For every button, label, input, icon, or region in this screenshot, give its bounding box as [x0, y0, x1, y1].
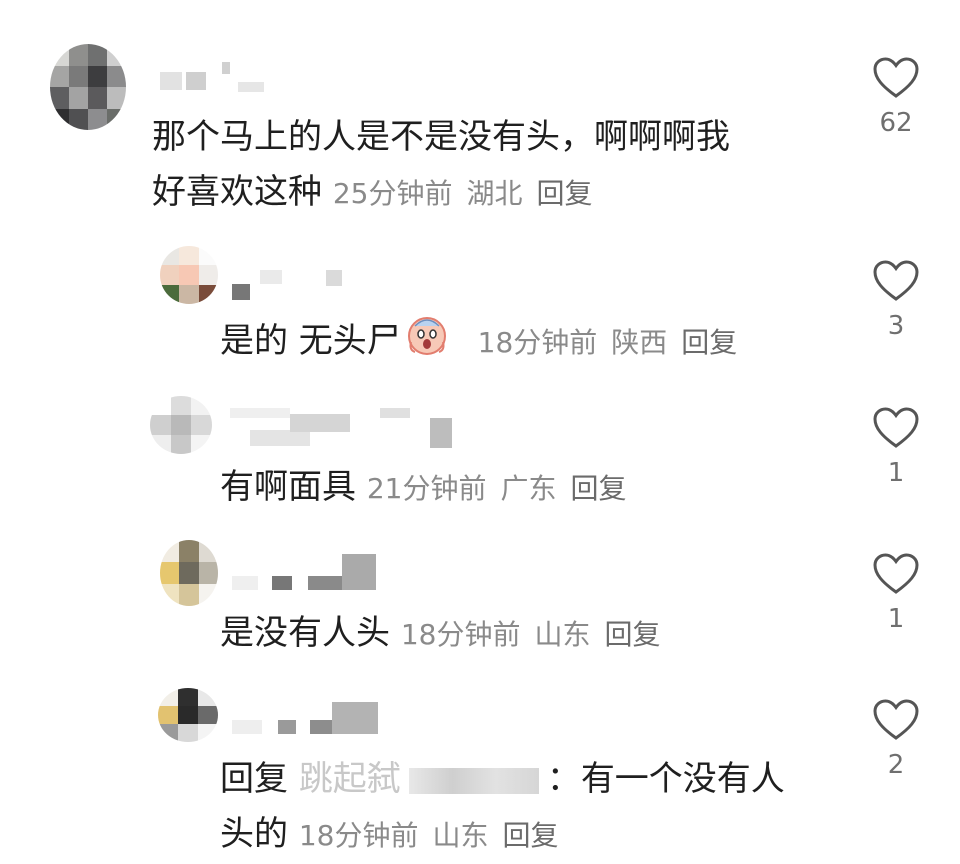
comment-time: 18分钟前 [298, 819, 419, 852]
comment-location: 湖北 [466, 177, 523, 210]
comment-text-body: 是没有人头 [220, 613, 390, 653]
heart-icon[interactable] [872, 406, 920, 450]
avatar[interactable] [50, 44, 126, 130]
comment-location: 广东 [500, 472, 557, 505]
heart-icon[interactable] [872, 56, 920, 100]
comment-text: 是的 无头尸 18分钟前 陕西 回复 [220, 312, 840, 373]
like-group[interactable]: 1 [868, 552, 924, 634]
reply-button[interactable]: 回复 [536, 177, 592, 210]
like-count: 3 [887, 311, 905, 341]
reply-prefix: 回复 [220, 759, 288, 799]
username-blurred[interactable] [232, 552, 382, 592]
comment-text: 是没有人头 18分钟前 山东 回复 [220, 606, 840, 662]
comment-location: 山东 [534, 618, 591, 651]
username-blurred[interactable] [230, 404, 460, 448]
like-count: 2 [887, 750, 905, 780]
heart-icon[interactable] [872, 552, 920, 596]
username-blurred[interactable] [160, 62, 270, 102]
heart-icon[interactable] [872, 259, 920, 303]
comment-location: 山东 [432, 819, 489, 852]
comment-time: 25分钟前 [332, 177, 453, 210]
comment-text-body: 是的 无头尸 [220, 321, 401, 361]
avatar[interactable] [160, 540, 218, 606]
like-group[interactable]: 62 [868, 56, 924, 138]
comment-location: 陕西 [611, 326, 668, 359]
reply-target-username[interactable]: 跳起弑 [299, 759, 547, 799]
reply-colon: ： [546, 759, 581, 799]
reply-target-blur [408, 767, 539, 794]
avatar[interactable] [158, 688, 218, 742]
comment-time: 21分钟前 [366, 472, 487, 505]
heart-icon[interactable] [872, 698, 920, 742]
reply-button[interactable]: 回复 [604, 618, 660, 651]
comment-text: 那个马上的人是不是没有头，啊啊啊我 好喜欢这种 25分钟前 湖北 回复 [152, 110, 832, 221]
username-blurred[interactable] [232, 696, 382, 736]
comment-text: 有啊面具 21分钟前 广东 回复 [220, 460, 840, 516]
comment-text-body: 有啊面具 [220, 467, 356, 507]
reply-button[interactable]: 回复 [570, 472, 626, 505]
like-group[interactable]: 3 [868, 259, 924, 341]
username-blurred[interactable] [232, 264, 352, 304]
comment-text-line2: 好喜欢这种 [152, 172, 322, 212]
reply-button[interactable]: 回复 [502, 819, 558, 852]
comment-text-line1: 那个马上的人是不是没有头，啊啊啊我 [152, 117, 730, 157]
avatar[interactable] [150, 396, 212, 454]
comment-text: 回复 跳起弑 ：有一个没有人 头的 18分钟前 山东 回复 [220, 752, 840, 863]
like-count: 1 [887, 458, 905, 488]
like-count: 1 [887, 604, 905, 634]
comment-text-line1: 有一个没有人 [580, 759, 785, 799]
reply-target-partial: 跳起弑 [298, 759, 401, 799]
comment-text-line2: 头的 [220, 814, 288, 854]
comment-time: 18分钟前 [477, 326, 598, 359]
like-count: 62 [879, 108, 913, 138]
avatar[interactable] [160, 246, 218, 304]
comment-time: 18分钟前 [400, 618, 521, 651]
reply-button[interactable]: 回复 [681, 326, 737, 359]
like-group[interactable]: 2 [868, 698, 924, 780]
like-group[interactable]: 1 [868, 406, 924, 488]
screaming-face-icon [405, 312, 449, 373]
